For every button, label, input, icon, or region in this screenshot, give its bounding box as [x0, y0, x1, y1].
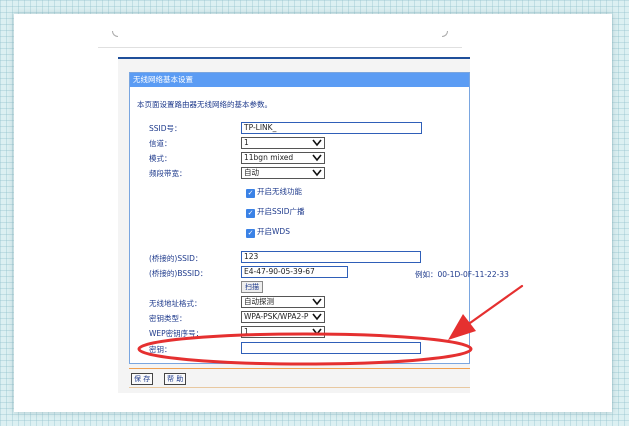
bridged-ssid-input[interactable]: 123	[241, 251, 421, 263]
chevron-down-icon	[312, 139, 322, 147]
enable-wireless-checkbox[interactable]: ✓ 开启无线功能	[246, 186, 302, 198]
mode-select-value: 11bgn mixed	[244, 153, 294, 162]
wep-index-select[interactable]: 1	[241, 326, 325, 338]
chevron-down-icon	[312, 313, 322, 321]
channel-select[interactable]: 1	[241, 137, 325, 149]
scan-button[interactable]: 扫描	[241, 281, 263, 293]
bandwidth-label: 频段带宽：	[149, 169, 187, 178]
ssid-input[interactable]: TP-LINK_	[241, 122, 422, 134]
mode-label: 模式：	[149, 154, 172, 163]
bandwidth-select[interactable]: 自动	[241, 167, 325, 179]
chevron-down-icon	[312, 328, 322, 336]
checkmark-icon: ✓	[246, 189, 255, 198]
address-mode-label: 无线地址格式：	[149, 299, 202, 308]
channel-label: 信道：	[149, 139, 172, 148]
wireless-settings-panel: 无线网络基本设置 本页面设置路由器无线网络的基本参数。 SSID号： TP-LI…	[129, 72, 509, 364]
checkmark-icon: ✓	[246, 209, 255, 218]
bridged-bssid-label: (桥接的)BSSID：	[149, 269, 208, 278]
enable-wds-checkbox[interactable]: ✓ 开启WDS	[246, 226, 290, 238]
address-mode-select-value: 自动探测	[244, 297, 274, 306]
bridged-ssid-label: (桥接的)SSID：	[149, 254, 203, 263]
key-label: 密钥：	[149, 345, 172, 354]
corner-mark-right	[442, 31, 448, 37]
footer-divider	[129, 368, 470, 369]
ssid-label: SSID号：	[149, 124, 182, 133]
chevron-down-icon	[312, 154, 322, 162]
enable-ssid-broadcast-label: 开启SSID广播	[257, 207, 305, 216]
address-mode-select[interactable]: 自动探测	[241, 296, 325, 308]
channel-select-value: 1	[244, 138, 249, 147]
enable-wds-label: 开启WDS	[257, 227, 290, 236]
key-type-select-value: WPA-PSK/WPA2-P	[244, 312, 309, 321]
key-input[interactable]	[241, 342, 421, 354]
enable-wireless-label: 开启无线功能	[257, 187, 302, 196]
panel-title: 无线网络基本设置	[130, 73, 469, 87]
wep-index-label: WEP密钥序号：	[149, 329, 204, 338]
wep-index-select-value: 1	[244, 327, 249, 336]
top-bar	[98, 28, 462, 48]
chevron-down-icon	[312, 169, 322, 177]
bssid-example: 例如：00-1D-0F-11-22-33	[415, 270, 509, 279]
footer-bottom-divider	[129, 387, 470, 388]
enable-ssid-broadcast-checkbox[interactable]: ✓ 开启SSID广播	[246, 206, 305, 218]
checkmark-icon: ✓	[246, 229, 255, 238]
panel-description: 本页面设置路由器无线网络的基本参数。	[137, 100, 272, 109]
chevron-down-icon	[312, 298, 322, 306]
mode-select[interactable]: 11bgn mixed	[241, 152, 325, 164]
key-type-select[interactable]: WPA-PSK/WPA2-P	[241, 311, 325, 323]
bridged-bssid-input[interactable]: E4-47-90-05-39-67	[241, 266, 348, 278]
save-button[interactable]: 保 存	[131, 373, 154, 385]
help-button[interactable]: 帮 助	[164, 373, 187, 385]
corner-mark-left	[112, 31, 118, 37]
bandwidth-select-value: 自动	[244, 168, 259, 177]
key-type-label: 密钥类型：	[149, 314, 187, 323]
